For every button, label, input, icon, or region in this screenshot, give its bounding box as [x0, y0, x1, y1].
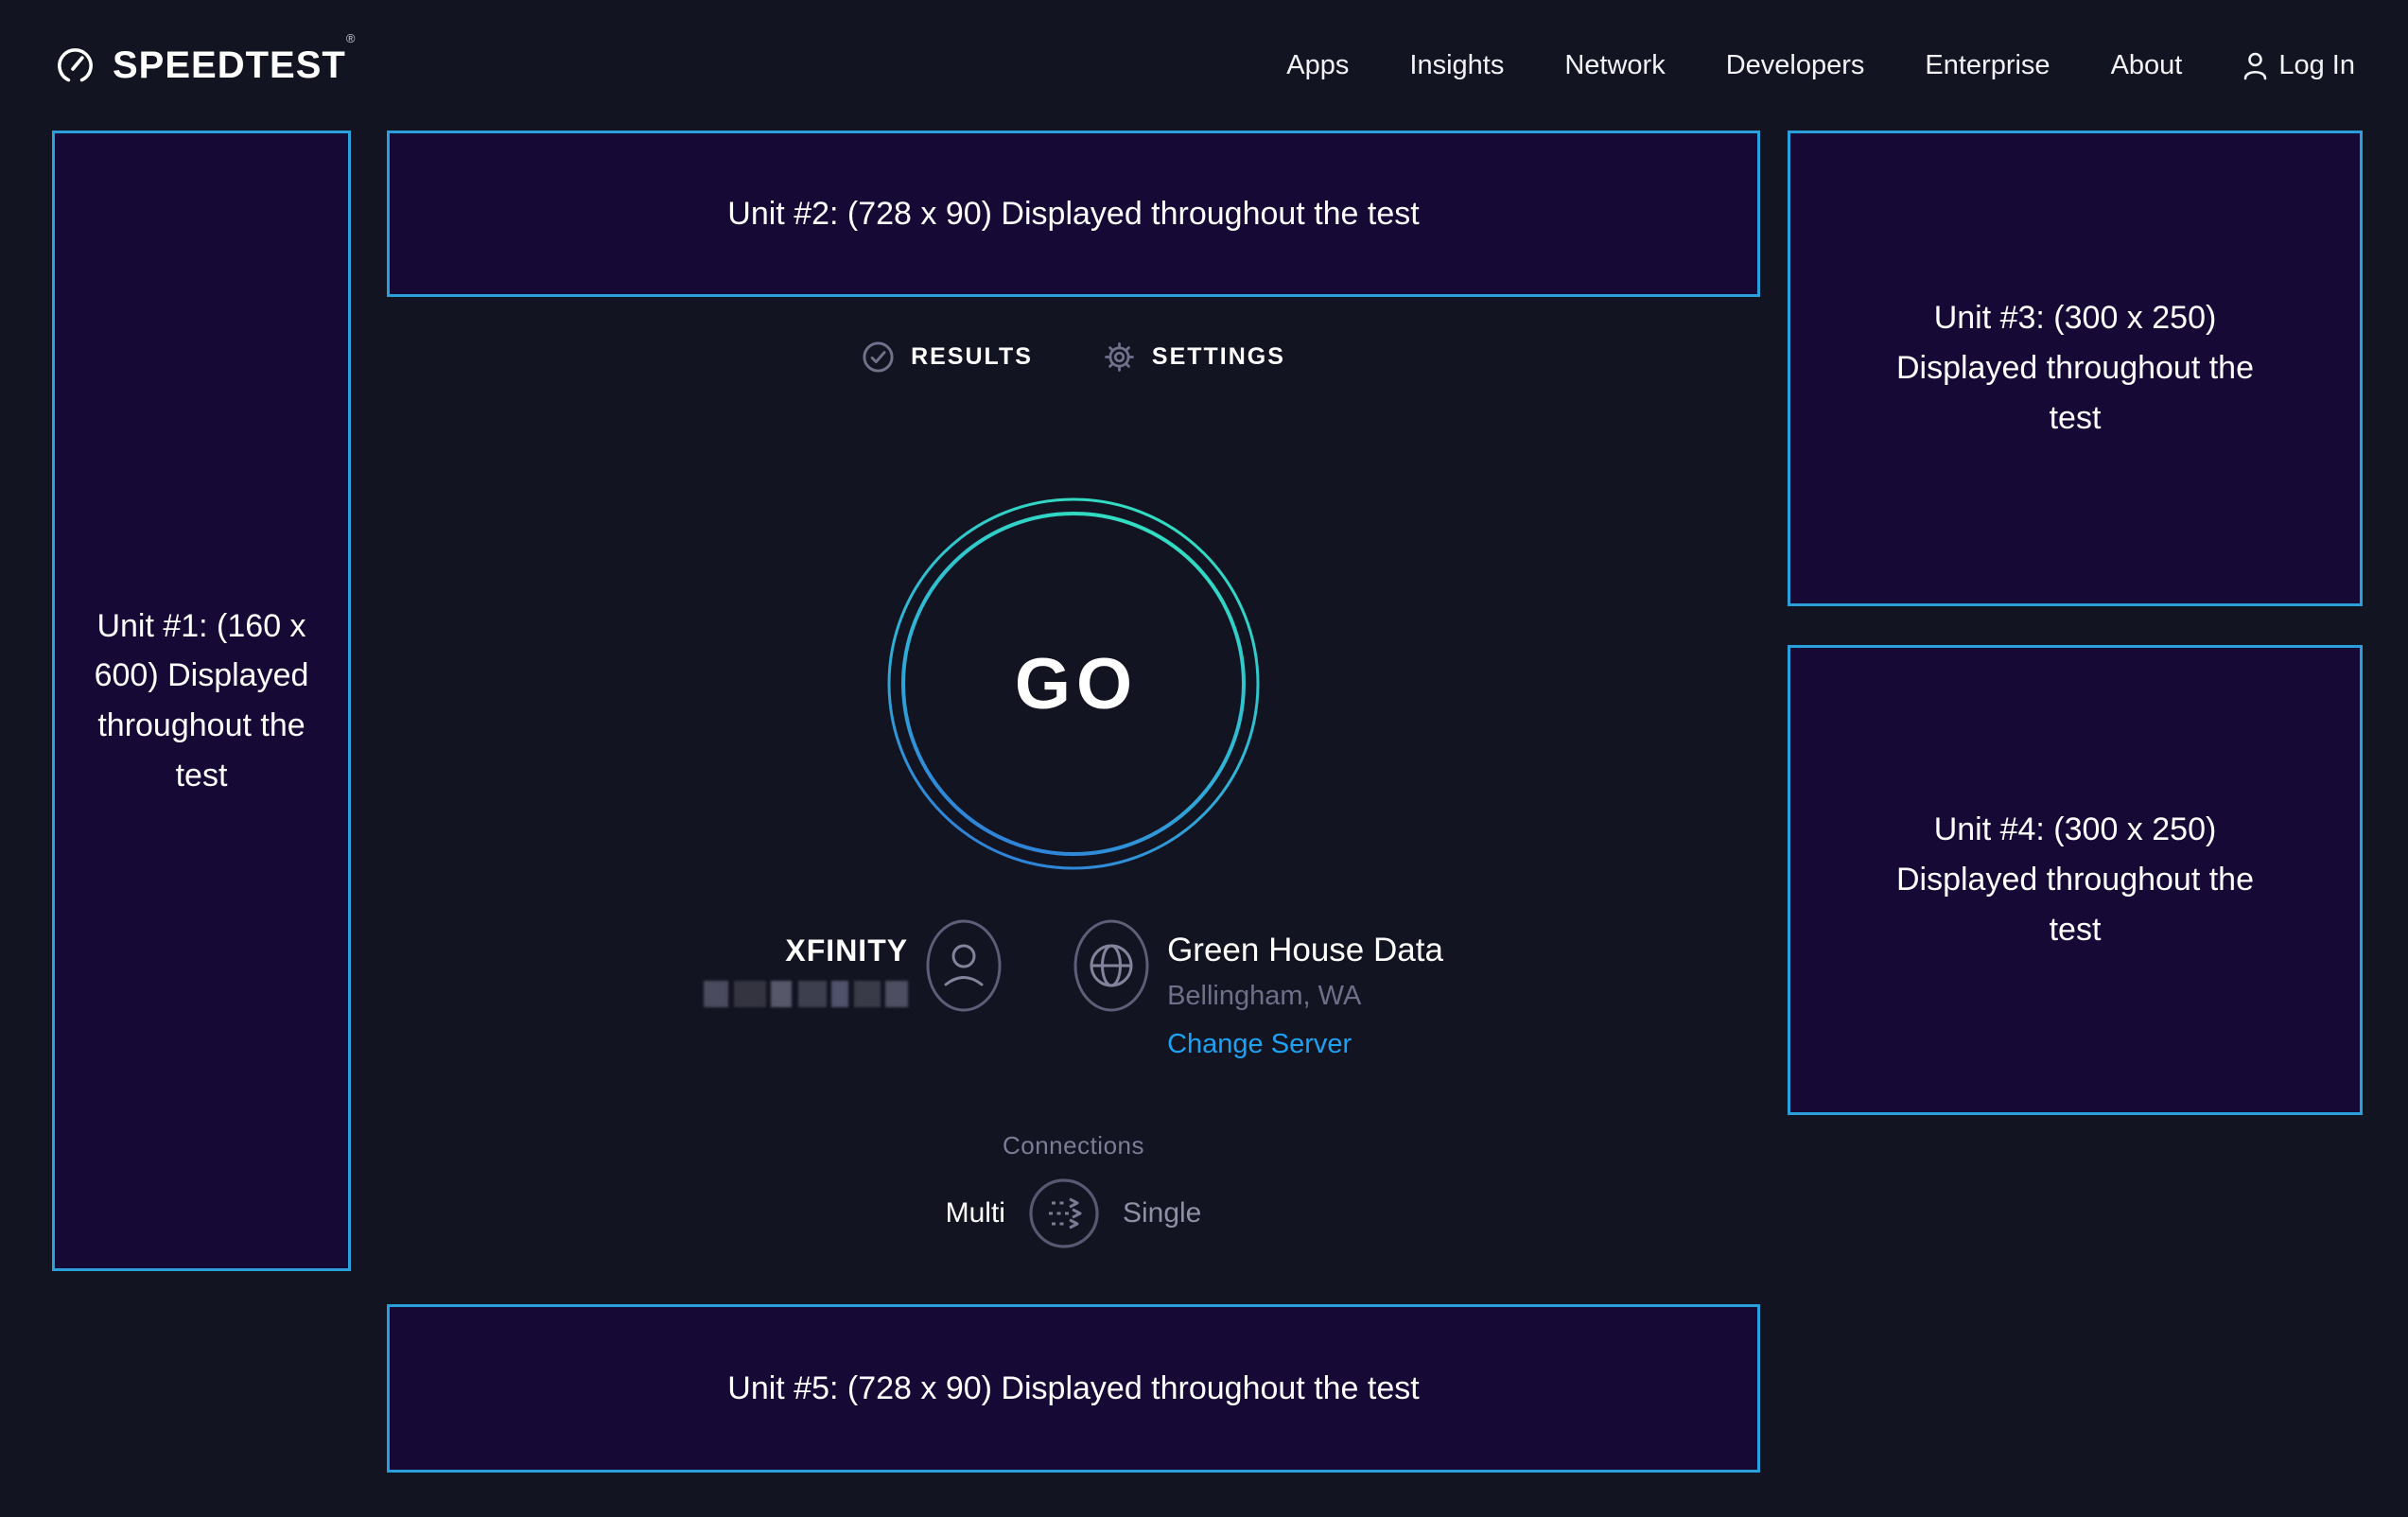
tab-results-label: RESULTS [911, 343, 1033, 371]
connections-label: Connections [1003, 1131, 1144, 1160]
ad-unit-5-label: Unit #5: (728 x 90) Displayed throughout… [727, 1364, 1419, 1414]
server-info: Green House Data Bellingham, WA Change S… [1073, 918, 1443, 1060]
ad-unit-2-label: Unit #2: (728 x 90) Displayed throughout… [727, 189, 1419, 239]
ad-unit-2[interactable]: Unit #2: (728 x 90) Displayed throughout… [387, 131, 1760, 297]
isp-user-icon [925, 918, 1003, 1013]
nav-item-about[interactable]: About [2111, 50, 2183, 81]
tab-results[interactable]: RESULTS [862, 340, 1033, 374]
provider-name: XFINITY [785, 933, 908, 968]
ad-unit-3[interactable]: Unit #3: (300 x 250) Displayed throughou… [1788, 131, 2363, 606]
multi-connection-icon[interactable] [1028, 1177, 1100, 1249]
nav-links: Apps Insights Network Developers Enterpr… [1286, 50, 2355, 81]
connections-toggle-row: Multi Single [387, 1177, 1760, 1249]
speedtest-logo[interactable]: SPEEDTEST® [53, 44, 355, 88]
provider-text: XFINITY [704, 933, 908, 1060]
ad-unit-4[interactable]: Unit #4: (300 x 250) Displayed throughou… [1788, 645, 2363, 1115]
ad-unit-3-label: Unit #3: (300 x 250) Displayed throughou… [1871, 293, 2279, 443]
gear-icon [1103, 340, 1136, 374]
tab-settings[interactable]: SETTINGS [1103, 340, 1285, 374]
check-circle-icon [862, 340, 895, 374]
tabs-row: RESULTS SETTINGS [387, 340, 1760, 374]
connections-multi-option[interactable]: Multi [946, 1197, 1005, 1229]
nav-item-insights[interactable]: Insights [1409, 50, 1504, 81]
speedtest-page: SPEEDTEST® Apps Insights Network Develop… [0, 0, 2408, 1517]
logo-wordmark: SPEEDTEST® [113, 44, 355, 87]
server-location: Bellingham, WA [1167, 981, 1361, 1012]
top-navigation: SPEEDTEST® Apps Insights Network Develop… [0, 0, 2408, 131]
user-icon [2242, 51, 2268, 80]
ad-unit-5[interactable]: Unit #5: (728 x 90) Displayed throughout… [387, 1304, 1760, 1473]
logo-trademark: ® [346, 31, 356, 45]
go-button-area: GO [387, 497, 1760, 871]
nav-item-apps[interactable]: Apps [1286, 50, 1349, 81]
server-text: Green House Data Bellingham, WA Change S… [1167, 932, 1443, 1060]
connections-section: Connections [387, 1131, 1760, 1160]
connection-meta-row: XFINITY Green House Data Bellingham, WA … [387, 918, 1760, 1060]
server-name: Green House Data [1167, 932, 1443, 969]
login-label: Log In [2278, 50, 2355, 81]
provider-info: XFINITY [704, 918, 1003, 1060]
nav-item-enterprise[interactable]: Enterprise [1925, 50, 2050, 81]
globe-icon [1073, 918, 1150, 1013]
tab-settings-label: SETTINGS [1152, 343, 1285, 371]
nav-item-network[interactable]: Network [1564, 50, 1665, 81]
gauge-icon [53, 44, 97, 88]
go-button-label: GO [886, 497, 1261, 871]
ad-unit-1[interactable]: Unit #1: (160 x 600) Displayed throughou… [52, 131, 351, 1271]
change-server-link[interactable]: Change Server [1167, 1029, 1352, 1060]
ad-unit-1-label: Unit #1: (160 x 600) Displayed throughou… [78, 602, 325, 801]
nav-item-developers[interactable]: Developers [1726, 50, 1865, 81]
go-button[interactable]: GO [886, 497, 1261, 871]
redacted-ip-text [704, 981, 908, 1007]
login-button[interactable]: Log In [2242, 50, 2355, 81]
logo-text: SPEEDTEST [113, 44, 346, 86]
connections-single-option[interactable]: Single [1123, 1197, 1201, 1229]
ad-unit-4-label: Unit #4: (300 x 250) Displayed throughou… [1871, 805, 2279, 954]
